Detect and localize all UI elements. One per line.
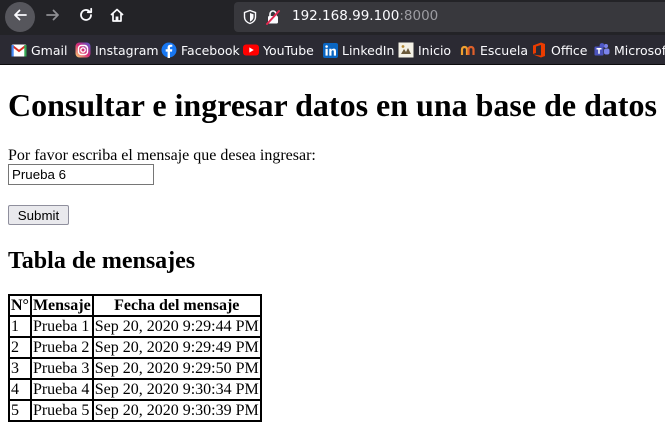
message-input[interactable] bbox=[8, 164, 154, 185]
back-arrow-icon bbox=[12, 7, 28, 28]
column-header-message: Mensaje bbox=[30, 295, 93, 316]
inicio-icon bbox=[398, 42, 414, 58]
bookmark-label: Instagram bbox=[95, 42, 159, 58]
cell-date: Sep 20, 2020 9:30:39 PM bbox=[92, 400, 261, 421]
submit-button[interactable]: Submit bbox=[8, 205, 69, 225]
facebook-icon bbox=[161, 42, 177, 58]
address-bar[interactable]: 192.168.99.100:8000 bbox=[234, 2, 665, 32]
bookmark-youtube[interactable]: YouTube bbox=[243, 41, 314, 59]
input-prompt-label: Por favor escriba el mensaje que desea i… bbox=[8, 147, 316, 164]
bookmark-microsoft-teams[interactable]: Microsoft bbox=[594, 41, 665, 59]
cell-message: Prueba 3 bbox=[30, 358, 93, 379]
bookmark-escuela[interactable]: Escuela bbox=[460, 41, 528, 59]
table-row: 5 Prueba 5 Sep 20, 2020 9:30:39 PM bbox=[9, 400, 261, 421]
table-row: 3 Prueba 3 Sep 20, 2020 9:29:50 PM bbox=[9, 358, 261, 379]
gmail-icon bbox=[11, 42, 27, 58]
bookmark-facebook[interactable]: Facebook bbox=[161, 41, 240, 59]
cell-number: 4 bbox=[9, 379, 31, 400]
url-text[interactable]: 192.168.99.100:8000 bbox=[292, 8, 438, 24]
bookmark-label: Escuela bbox=[480, 42, 529, 58]
bookmark-label: Gmail bbox=[31, 42, 68, 58]
bookmark-label: Facebook bbox=[181, 42, 240, 58]
bookmarks-bar: Gmail Instagram Facebook YouTube LinkedI… bbox=[0, 35, 665, 65]
url-host: 192.168.99.100 bbox=[292, 8, 400, 24]
bookmark-inicio[interactable]: Inicio bbox=[398, 41, 451, 59]
cell-message: Prueba 1 bbox=[30, 316, 93, 337]
forward-button[interactable] bbox=[39, 3, 67, 31]
messages-table: N° Mensaje Fecha del mensaje 1 Prueba 1 … bbox=[8, 294, 262, 422]
youtube-icon bbox=[243, 42, 259, 58]
page-content: Consultar e ingresar datos en una base d… bbox=[0, 65, 665, 431]
back-button[interactable] bbox=[5, 2, 35, 32]
page-title: Consultar e ingresar datos en una base d… bbox=[8, 87, 657, 123]
cell-message: Prueba 2 bbox=[30, 337, 93, 358]
cell-number: 2 bbox=[9, 337, 31, 358]
browser-toolbar: 192.168.99.100:8000 bbox=[0, 0, 665, 35]
bookmark-label: Inicio bbox=[418, 42, 452, 58]
teams-icon bbox=[594, 42, 610, 58]
escuela-icon bbox=[460, 42, 476, 58]
shield-icon[interactable] bbox=[242, 9, 258, 30]
cell-date: Sep 20, 2020 9:29:50 PM bbox=[92, 358, 261, 379]
cell-number: 5 bbox=[9, 400, 31, 421]
instagram-icon bbox=[75, 42, 91, 58]
bookmark-instagram[interactable]: Instagram bbox=[75, 41, 159, 59]
table-row: 1 Prueba 1 Sep 20, 2020 9:29:44 PM bbox=[9, 316, 261, 337]
bookmark-label: LinkedIn bbox=[342, 42, 395, 58]
home-button[interactable] bbox=[103, 3, 131, 31]
cell-date: Sep 20, 2020 9:29:44 PM bbox=[92, 316, 261, 337]
bookmark-label: Microsoft bbox=[614, 42, 665, 58]
broken-lock-icon[interactable] bbox=[265, 9, 281, 30]
reload-button[interactable] bbox=[72, 3, 100, 31]
home-icon bbox=[109, 7, 125, 28]
table-title: Tabla de mensajes bbox=[8, 248, 196, 274]
column-header-date: Fecha del mensaje bbox=[92, 295, 261, 316]
bookmark-office[interactable]: Office bbox=[531, 41, 588, 59]
table-row: 4 Prueba 4 Sep 20, 2020 9:30:34 PM bbox=[9, 379, 261, 400]
forward-arrow-icon bbox=[45, 7, 61, 28]
office-icon bbox=[531, 42, 547, 58]
bookmark-gmail[interactable]: Gmail bbox=[11, 41, 67, 59]
linkedin-icon bbox=[322, 42, 338, 58]
bookmark-label: YouTube bbox=[263, 42, 314, 58]
reload-icon bbox=[78, 7, 94, 28]
bookmark-linkedin[interactable]: LinkedIn bbox=[322, 41, 394, 59]
table-header-row: N° Mensaje Fecha del mensaje bbox=[9, 295, 261, 316]
cell-date: Sep 20, 2020 9:29:49 PM bbox=[92, 337, 261, 358]
cell-number: 3 bbox=[9, 358, 31, 379]
bookmark-label: Office bbox=[551, 42, 588, 58]
cell-message: Prueba 5 bbox=[30, 400, 93, 421]
cell-date: Sep 20, 2020 9:30:34 PM bbox=[92, 379, 261, 400]
cell-message: Prueba 4 bbox=[30, 379, 93, 400]
cell-number: 1 bbox=[9, 316, 31, 337]
url-port: :8000 bbox=[399, 8, 439, 24]
column-header-number: N° bbox=[9, 295, 31, 316]
table-row: 2 Prueba 2 Sep 20, 2020 9:29:49 PM bbox=[9, 337, 261, 358]
